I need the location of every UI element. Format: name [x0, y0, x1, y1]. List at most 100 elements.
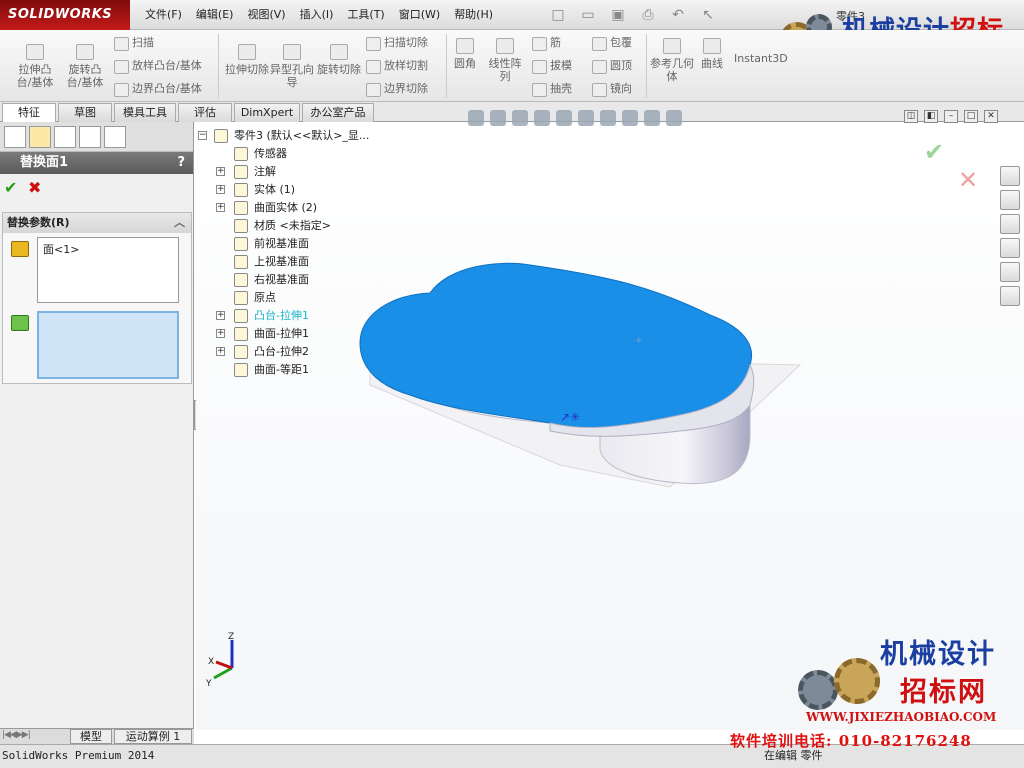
draft-button[interactable]: 拔模: [530, 58, 572, 74]
loft-boss-button[interactable]: 放样凸台/基体: [112, 58, 202, 74]
cancel-button[interactable]: ✖: [28, 178, 41, 197]
feature-icon: [234, 309, 248, 323]
appearances-icon[interactable]: [1000, 262, 1020, 282]
expand-toggle[interactable]: +: [216, 311, 225, 320]
revolve-boss-button[interactable]: 旋转凸台/基体: [62, 44, 108, 89]
tab-features[interactable]: 特征: [2, 103, 56, 123]
collapse-toggle[interactable]: −: [198, 131, 207, 140]
close-icon[interactable]: ✕: [984, 110, 998, 123]
display-manager-icon[interactable]: [104, 126, 126, 148]
tab-scroll-arrows[interactable]: |◀◀▶▶|: [2, 730, 31, 740]
curves-button[interactable]: 曲线: [696, 38, 728, 70]
restore-icon[interactable]: ◫: [904, 110, 918, 123]
custom-properties-icon[interactable]: [1000, 286, 1020, 306]
tab-dimxpert[interactable]: DimXpert: [234, 103, 300, 122]
home-icon[interactable]: [1000, 166, 1020, 186]
reference-geometry-button[interactable]: 参考几何体: [650, 38, 694, 83]
tree-item[interactable]: 材质 <未指定>: [198, 217, 498, 235]
shell-button[interactable]: 抽壳: [530, 81, 572, 97]
sweep-button[interactable]: 扫描: [112, 35, 154, 51]
replacement-faces-list[interactable]: [37, 311, 179, 379]
tree-root[interactable]: − 零件3 (默认<<默认>_显...: [198, 127, 498, 145]
open-icon[interactable]: ▭: [575, 5, 601, 25]
menu-insert[interactable]: 插入(I): [293, 0, 341, 30]
mirror-button[interactable]: 镜向: [590, 81, 632, 97]
instant3d-button[interactable]: Instant3D: [734, 52, 788, 65]
display-style-icon[interactable]: [578, 110, 594, 126]
menu-help[interactable]: 帮助(H): [447, 0, 500, 30]
menu-tools[interactable]: 工具(T): [340, 0, 391, 30]
extrude-boss-button[interactable]: 拉伸凸台/基体: [12, 44, 58, 89]
view-palette-icon[interactable]: [1000, 238, 1020, 258]
design-library-icon[interactable]: [1000, 190, 1020, 210]
hole-wizard-button[interactable]: 异型孔向导: [270, 44, 314, 89]
part-model[interactable]: ↗✳ +: [350, 255, 820, 495]
linear-pattern-button[interactable]: 线性阵列: [484, 38, 526, 83]
fillet-button[interactable]: 圆角: [450, 38, 480, 70]
menu-edit[interactable]: 编辑(E): [189, 0, 241, 30]
view-settings-icon[interactable]: [666, 110, 682, 126]
expand-toggle[interactable]: +: [216, 203, 225, 212]
boundary-cut-button[interactable]: 边界切除: [364, 81, 428, 97]
dimxpert-manager-icon[interactable]: [79, 126, 101, 148]
previous-view-icon[interactable]: [512, 110, 528, 126]
wrap-button[interactable]: 包覆: [590, 35, 632, 51]
expand-toggle[interactable]: +: [216, 167, 225, 176]
rib-button[interactable]: 筋: [530, 35, 561, 51]
extrude-cut-button[interactable]: 拉伸切除: [224, 44, 270, 76]
tab-evaluate[interactable]: 评估: [178, 103, 232, 122]
zoom-to-fit-icon[interactable]: [468, 110, 484, 126]
undo-icon[interactable]: ↶: [665, 5, 691, 25]
property-manager-icon[interactable]: [29, 126, 51, 148]
edit-appearance-icon[interactable]: [622, 110, 638, 126]
training-phone-watermark: 软件培训电话: 010-82176248: [730, 732, 972, 750]
dome-button[interactable]: 圆顶: [590, 58, 632, 74]
tab-motion-study[interactable]: 运动算例 1: [114, 729, 192, 744]
apply-scene-icon[interactable]: [644, 110, 660, 126]
tab-office-products[interactable]: 办公室产品: [302, 103, 374, 122]
swept-cut-button[interactable]: 扫描切除: [364, 35, 428, 51]
collapse-icon[interactable]: ︿: [174, 213, 185, 233]
hide-show-icon[interactable]: [600, 110, 616, 126]
expand-toggle[interactable]: +: [216, 329, 225, 338]
view-orientation-icon[interactable]: [556, 110, 572, 126]
confirmation-ok-icon[interactable]: ✔: [924, 138, 944, 166]
expand-toggle[interactable]: +: [216, 185, 225, 194]
face-direction-arrow[interactable]: ↗✳: [560, 410, 580, 424]
save-icon[interactable]: ▣: [605, 5, 631, 25]
tab-model[interactable]: 模型: [70, 729, 112, 744]
section-view-icon[interactable]: [534, 110, 550, 126]
tree-item[interactable]: 前视基准面: [198, 235, 498, 253]
boundary-boss-button[interactable]: 边界凸台/基体: [112, 81, 202, 97]
print-icon[interactable]: ⎙: [635, 5, 661, 25]
maximize-icon[interactable]: □: [964, 110, 978, 123]
tab-mold-tools[interactable]: 模具工具: [114, 103, 176, 122]
revolve-cut-button[interactable]: 旋转切除: [316, 44, 362, 76]
minimize-icon[interactable]: –: [944, 110, 958, 123]
menu-file[interactable]: 文件(F): [138, 0, 189, 30]
new-doc-icon[interactable]: □: [545, 5, 571, 25]
ok-button[interactable]: ✔: [4, 178, 17, 197]
zoom-area-icon[interactable]: [490, 110, 506, 126]
lofted-cut-button[interactable]: 放样切割: [364, 58, 428, 74]
tab-sketch[interactable]: 草图: [58, 103, 112, 122]
feature-manager-icon[interactable]: [4, 126, 26, 148]
confirmation-cancel-icon[interactable]: ✕: [958, 166, 978, 194]
menu-window[interactable]: 窗口(W): [392, 0, 447, 30]
tile-icon[interactable]: ◧: [924, 110, 938, 123]
tree-item[interactable]: + 实体 (1): [198, 181, 498, 199]
solidworks-logo[interactable]: SOLIDWORKS: [0, 0, 130, 30]
tree-item[interactable]: + 曲面实体 (2): [198, 199, 498, 217]
help-button[interactable]: ?: [177, 152, 185, 174]
tree-item[interactable]: 传感器: [198, 145, 498, 163]
file-explorer-icon[interactable]: [1000, 214, 1020, 234]
tree-item[interactable]: + 注解: [198, 163, 498, 181]
group-header[interactable]: 替换参数(R) ︿: [3, 213, 191, 233]
menu-view[interactable]: 视图(V): [240, 0, 292, 30]
configuration-manager-icon[interactable]: [54, 126, 76, 148]
watermark-url: WWW.JIXIEZHAOBIAO.COM: [806, 710, 997, 724]
target-faces-list[interactable]: 面<1>: [37, 237, 179, 303]
fillet-icon: [456, 38, 474, 54]
expand-toggle[interactable]: +: [216, 347, 225, 356]
select-icon[interactable]: ↖: [695, 5, 721, 25]
